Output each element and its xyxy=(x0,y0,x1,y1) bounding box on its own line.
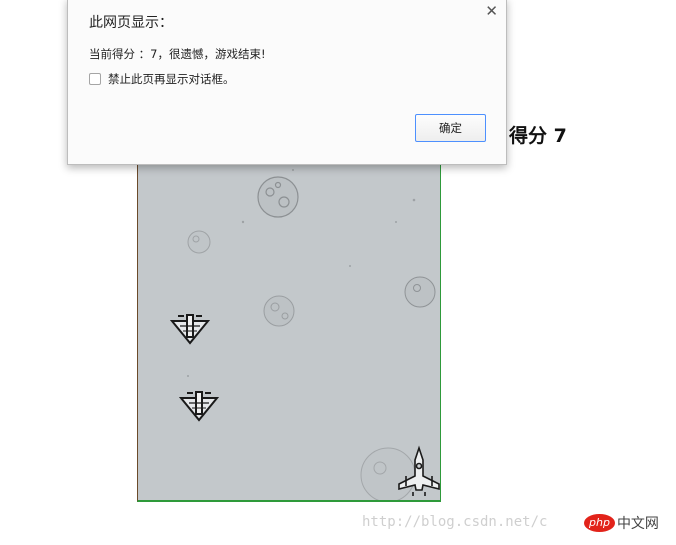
alert-dialog: 此网页显示： ✕ 当前得分 ：7，很遗憾，游戏结束! 禁止此页再显示对话框。 确… xyxy=(67,0,507,165)
asteroid xyxy=(263,295,295,327)
suppress-dialogs-label[interactable]: 禁止此页再显示对话框。 xyxy=(108,71,235,87)
php-cn-logo: php 中文网 xyxy=(584,513,659,533)
suppress-dialogs-row[interactable]: 禁止此页再显示对话框。 xyxy=(89,71,235,87)
dialog-title: 此网页显示： xyxy=(89,15,173,31)
enemy-plane-icon xyxy=(169,314,211,345)
asteroid xyxy=(360,447,416,500)
asteroid xyxy=(187,230,211,254)
space-specks xyxy=(187,169,416,377)
page: 得分 7 此网页显示： ✕ 当前得分 ：7，很遗憾，游戏结束! 禁止此页再显示对… xyxy=(0,0,676,545)
logo-php-badge: php xyxy=(584,514,615,532)
asteroid xyxy=(404,276,436,308)
enemy-plane-icon xyxy=(178,391,220,422)
ok-button[interactable]: 确定 xyxy=(415,114,486,142)
score-display: 得分 7 xyxy=(509,125,567,147)
asteroid xyxy=(257,176,299,218)
game-canvas[interactable] xyxy=(137,150,441,502)
dialog-message: 当前得分 ：7，很遗憾，游戏结束! xyxy=(89,47,266,61)
watermark-url: http://blog.csdn.net/c xyxy=(362,514,548,530)
close-icon[interactable]: ✕ xyxy=(485,3,498,19)
game-scene xyxy=(169,169,440,500)
suppress-dialogs-checkbox[interactable] xyxy=(89,73,101,85)
logo-cn-text: 中文网 xyxy=(616,516,659,532)
